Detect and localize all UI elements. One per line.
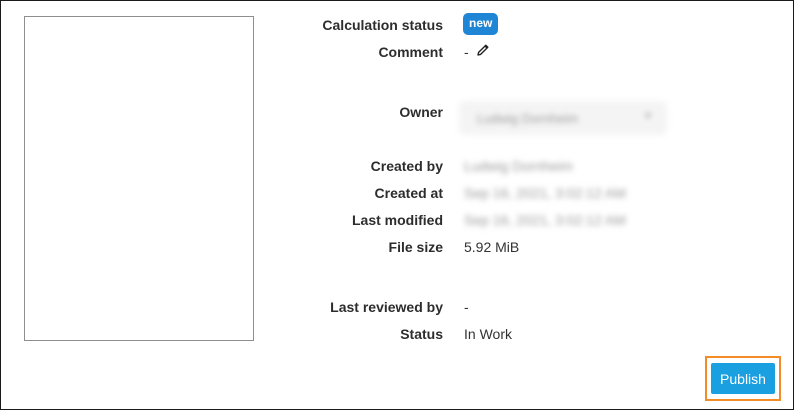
calculation-status-label: Calculation status xyxy=(322,17,443,33)
last-reviewed-by-value: - xyxy=(464,299,469,315)
last-reviewed-by-label: Last reviewed by xyxy=(330,299,443,315)
created-by-label: Created by xyxy=(370,158,443,174)
comment-value: - xyxy=(464,44,469,60)
publish-button[interactable]: Publish xyxy=(711,363,775,394)
calculation-status-badge: new xyxy=(463,13,499,35)
pencil-icon[interactable] xyxy=(475,42,491,58)
file-size-value: 5.92 MiB xyxy=(464,239,520,255)
comment-label: Comment xyxy=(378,44,443,60)
status-label: Status xyxy=(400,326,443,342)
created-at-label: Created at xyxy=(374,185,443,201)
chevron-down-icon: ▼ xyxy=(643,111,653,122)
last-modified-label: Last modified xyxy=(351,212,443,228)
file-thumbnail xyxy=(24,16,254,341)
created-by-value: Ludwig Dornheim xyxy=(464,158,573,174)
status-value: In Work xyxy=(464,326,512,342)
file-details-panel: Calculation status new Comment - Owner L… xyxy=(0,0,794,410)
owner-select[interactable]: Ludwig Dornheim ▼ xyxy=(459,101,667,135)
owner-select-value: Ludwig Dornheim xyxy=(477,111,579,126)
publish-highlight: Publish xyxy=(705,356,781,401)
created-at-value: Sep 16, 2021, 3:02:12 AM xyxy=(464,185,626,201)
file-size-label: File size xyxy=(388,239,443,255)
owner-label: Owner xyxy=(399,104,443,120)
last-modified-value: Sep 16, 2021, 3:02:12 AM xyxy=(464,212,626,228)
